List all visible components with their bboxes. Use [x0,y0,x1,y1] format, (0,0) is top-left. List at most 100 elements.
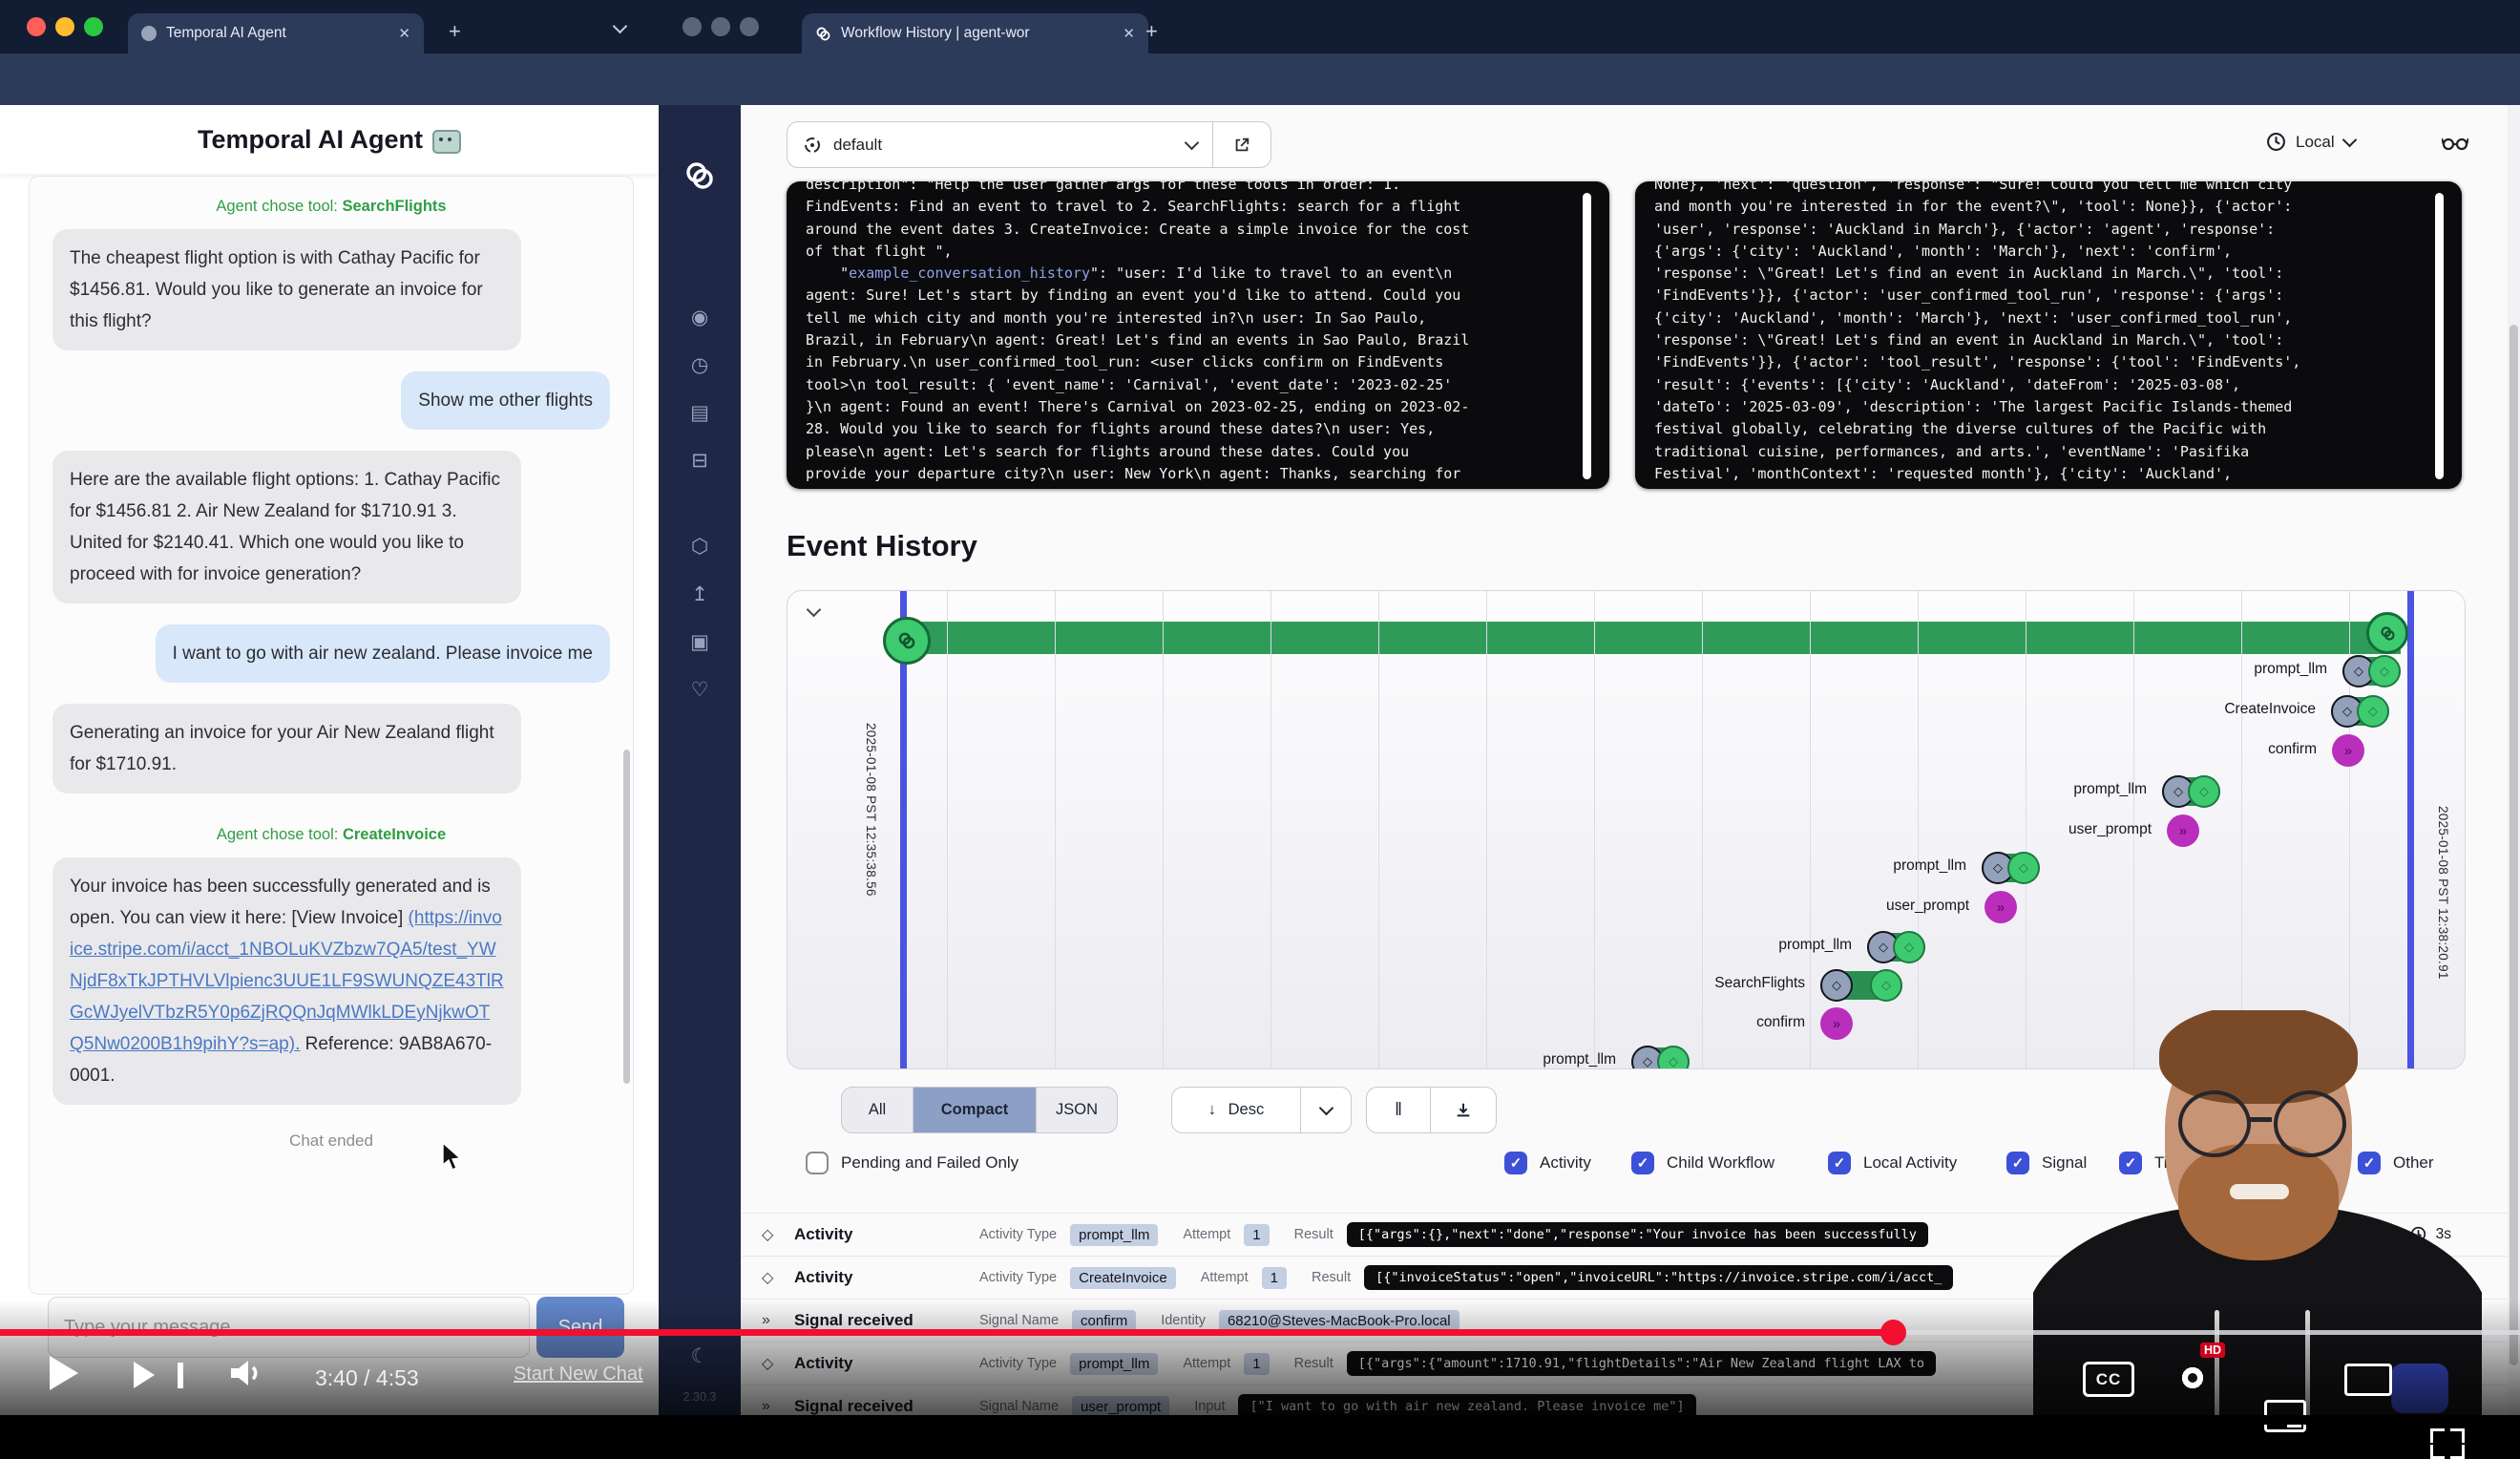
stack-icon[interactable]: ▤ [659,391,741,433]
result-code-chip: [{"invoiceStatus":"open","invoiceURL":"h… [1364,1265,1953,1290]
activity-completed-marker[interactable]: ◇ [1657,1046,1690,1069]
signal-marker[interactable]: » [2332,734,2364,767]
activity-completed-marker[interactable]: ◇ [1893,931,1925,963]
pending-failed-filter[interactable]: Pending and Failed Only [806,1152,1018,1174]
volume-icon[interactable] [227,1356,265,1395]
minimize-window-button[interactable] [711,17,730,36]
scrollbar-thumb[interactable] [2510,325,2518,1365]
checkbox-checked-icon[interactable]: ✓ [1504,1152,1527,1174]
view-compact-button[interactable]: Compact [913,1088,1036,1132]
theater-mode-button[interactable] [2344,1364,2392,1396]
right-tabstrip: Workflow History | agent-wor ✕ + [659,0,2520,53]
code-line: {'city': 'Auckland', 'month': 'March'}, … [1654,307,2443,329]
close-window-button[interactable] [27,17,46,36]
namespace-name: default [833,136,882,155]
labs-glasses-icon[interactable] [2442,132,2468,158]
play-button[interactable] [50,1356,78,1390]
chat-scrollbar[interactable] [623,750,630,1084]
sort-chevron-button[interactable] [1300,1088,1351,1132]
close-window-button[interactable] [682,17,702,36]
zoom-window-button[interactable] [740,17,759,36]
timeline-event-label: SearchFlights [788,975,1805,992]
filter-checkbox-child-workflow[interactable]: ✓Child Workflow [1631,1152,1774,1174]
namespace-selector[interactable]: default [787,121,1271,168]
workflows-icon[interactable]: ◉ [659,296,741,338]
filter-checkbox-activity[interactable]: ✓Activity [1504,1152,1591,1174]
timeline-event-label: prompt_llm [788,1051,1616,1068]
new-tab-button[interactable]: + [449,19,461,44]
signal-marker[interactable]: » [1820,1007,1853,1040]
activity-completed-marker[interactable]: ◇ [1870,969,1902,1002]
json-key: example_conversation_history [849,264,1090,282]
media-icon[interactable]: ▣ [659,621,741,663]
video-progress-played[interactable] [0,1329,1893,1336]
activity-completed-marker[interactable]: ◇ [2368,655,2401,687]
tab-title: Workflow History | agent-wor [841,25,1030,42]
next-button[interactable] [134,1362,155,1388]
close-tab-icon[interactable]: ✕ [398,25,410,42]
signal-marker[interactable]: » [2167,814,2199,847]
pause-button[interactable]: ‖ [1367,1088,1430,1132]
video-progress-playhead[interactable] [1880,1320,1906,1345]
chat-app-page: Temporal AI Agent Agent chose tool: Sear… [0,105,659,1425]
minimize-window-button[interactable] [55,17,74,36]
archival-icon[interactable]: ⊟ [659,439,741,481]
chat-message-list[interactable]: Agent chose tool: SearchFlightsThe cheap… [30,177,633,1294]
expand-diamond-icon[interactable]: ◇ [762,1225,794,1244]
checkbox-checked-icon[interactable]: ✓ [2006,1152,2029,1174]
tool-choice-note: Agent chose tool: SearchFlights [52,198,610,216]
activity-completed-marker[interactable]: ◇ [2357,695,2389,728]
code-line: 'FindEvents'}}, {'actor': 'user_confirme… [1654,285,2443,307]
code-line: 'dateTo': '2025-03-09', 'description': '… [1654,396,2443,418]
tab-search-icon[interactable] [615,17,625,36]
presenter-smile [2230,1184,2289,1199]
start-new-chat-link[interactable]: Start New Chat [514,1364,643,1385]
activity-scheduled-marker[interactable]: ◇ [1820,969,1853,1002]
close-tab-icon[interactable]: ✕ [1123,25,1135,42]
code-line: 'response': \"Great! Let's find an event… [1654,329,2443,351]
new-tab-button[interactable]: + [1145,19,1158,44]
field-value-chip: 1 [1262,1267,1287,1289]
code-line: }\n agent: Found an event! There's Carni… [806,396,1590,418]
window-scrollbar[interactable] [2508,105,2520,1425]
schedules-icon[interactable]: ◷ [659,344,741,386]
view-json-button[interactable]: JSON [1036,1088,1117,1132]
labs-icon[interactable]: ⬡ [659,525,741,567]
user-message-bubble: Show me other flights [401,371,610,430]
expand-diamond-icon[interactable]: ◇ [762,1268,794,1287]
fullscreen-button[interactable] [2430,1428,2465,1459]
left-browser-window: Temporal AI Agent ✕ + ← → ⟳ i localhost:… [0,0,659,1425]
tab-workflow-history[interactable]: Workflow History | agent-wor ✕ [802,13,1148,53]
agent-message-bubble: Here are the available flight options: 1… [52,451,521,603]
chat-container: Agent chose tool: SearchFlightsThe cheap… [29,176,634,1295]
workflow-result-code-panel[interactable]: None}, 'next': 'question', 'response': "… [1635,181,2462,489]
settings-gear-icon[interactable] [2174,1360,2211,1396]
checkbox-unchecked-icon[interactable] [806,1152,829,1174]
invoice-link[interactable]: (https://invoice.stripe.com/i/acct_1NBOL… [70,908,504,1054]
activity-completed-marker[interactable]: ◇ [2188,775,2220,808]
view-all-button[interactable]: All [842,1088,913,1132]
zoom-window-button[interactable] [84,17,103,36]
code-panel-scrollbar[interactable] [2435,193,2444,479]
workflow-input-code-panel[interactable]: description": "Help the user gather args… [787,181,1609,489]
code-line: Festival', 'monthContext': 'requested mo… [1654,463,2443,485]
code-line: tool>\n tool_result: { 'event_name': 'Ca… [806,374,1590,396]
video-progress-remaining[interactable] [1893,1330,2520,1335]
filter-checkbox-local-activity[interactable]: ✓Local Activity [1828,1152,1957,1174]
import-icon[interactable]: ↥ [659,573,741,615]
activity-completed-marker[interactable]: ◇ [2007,852,2040,884]
page-title: Temporal AI Agent [198,125,423,155]
app-header: Temporal AI Agent [0,105,659,174]
checkbox-checked-icon[interactable]: ✓ [1631,1152,1654,1174]
captions-button[interactable]: CC [2083,1362,2134,1397]
feedback-icon[interactable]: ♡ [659,668,741,710]
code-panel-scrollbar[interactable] [1583,193,1591,479]
download-button[interactable] [1430,1088,1496,1132]
timezone-selector[interactable]: Local [2266,132,2355,152]
open-namespace-button[interactable] [1212,122,1270,167]
temporal-logo-icon[interactable] [659,155,741,197]
signal-marker[interactable]: » [1984,891,2017,923]
sort-desc-button[interactable]: ↓ Desc [1172,1088,1300,1132]
checkbox-checked-icon[interactable]: ✓ [1828,1152,1851,1174]
tab-temporal-ai-agent[interactable]: Temporal AI Agent ✕ [128,13,424,53]
